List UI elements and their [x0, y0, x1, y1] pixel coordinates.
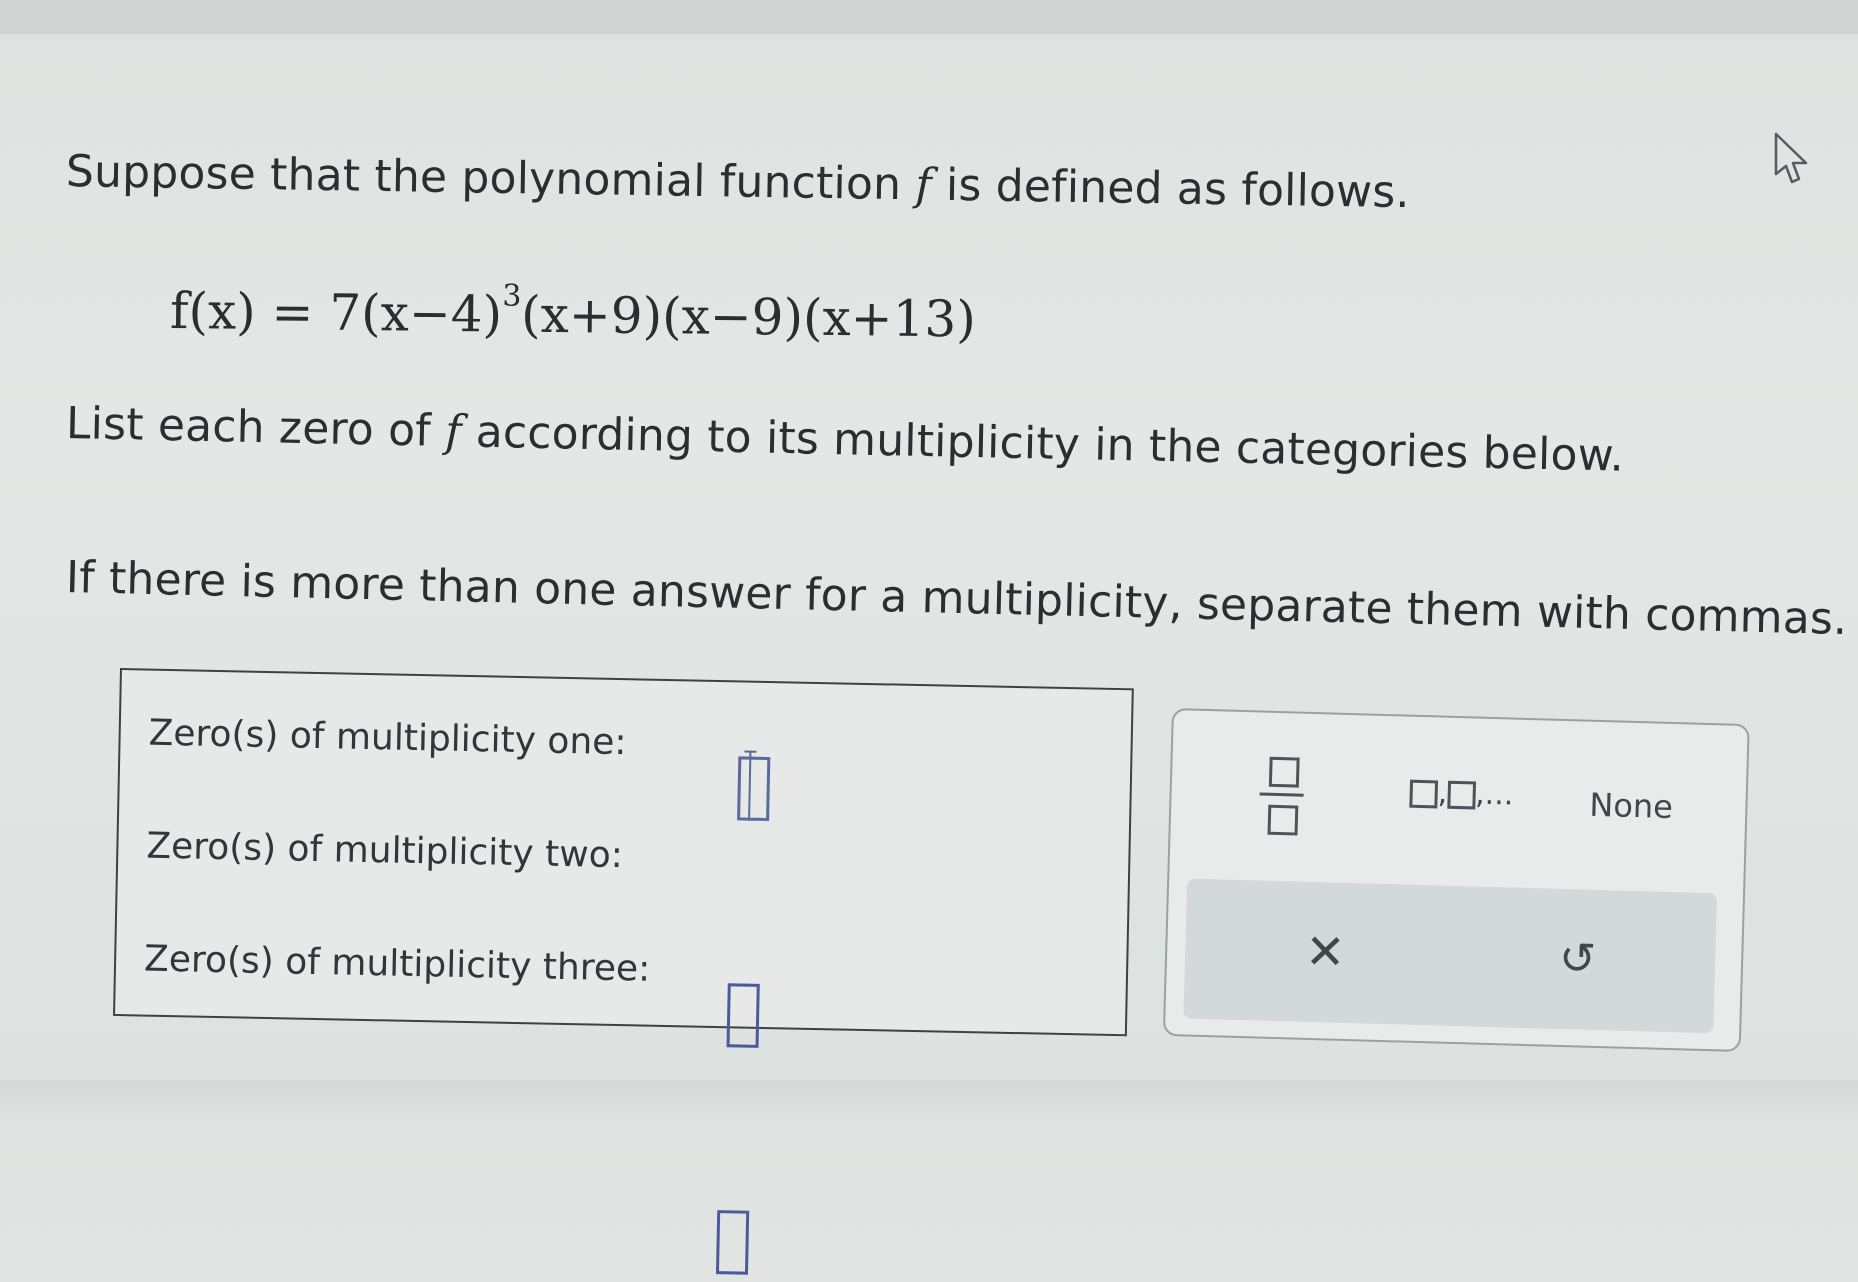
multiplicity-two-input[interactable]: [726, 983, 760, 1048]
formula-exponent: 3: [502, 278, 522, 315]
instruction-suffix: according to its multiplicity in the cat…: [461, 406, 1625, 482]
multiplicity-one-row: Zero(s) of multiplicity one:: [148, 712, 771, 822]
multiplicity-one-label: Zero(s) of multiplicity one:: [148, 712, 627, 764]
list-icon-box-1: [1409, 779, 1439, 808]
math-keypad: ,,... None ✕ ↺: [1162, 708, 1750, 1053]
fraction-icon-denominator: [1267, 804, 1299, 836]
text-caret: [737, 750, 764, 821]
top-band: [0, 0, 1858, 34]
keypad-action-row: [1183, 878, 1718, 1034]
multiplicity-three-row: Zero(s) of multiplicity three:: [143, 938, 750, 1275]
multiplicity-three-label: Zero(s) of multiplicity three:: [143, 938, 651, 990]
function-name: f: [914, 159, 933, 211]
multiplicity-two-row: Zero(s) of multiplicity two:: [146, 825, 760, 1048]
fraction-button[interactable]: [1258, 756, 1304, 837]
text-caret-bar: [748, 750, 752, 821]
list-ellipsis: ,...: [1474, 776, 1514, 813]
formula-rest: (x+9)(x−9)(x+13): [520, 285, 977, 349]
multiplicity-two-label: Zero(s) of multiplicity two:: [146, 825, 624, 877]
screen: Suppose that the polynomial function f i…: [0, 0, 1858, 1275]
undo-icon[interactable]: ↺: [1558, 933, 1596, 985]
intro-suffix: is defined as follows.: [931, 159, 1411, 219]
intro-prefix: Suppose that the polynomial function: [65, 146, 916, 211]
question-note: If there is more than one answer for a m…: [65, 552, 1858, 649]
polynomial-formula: f(x) = 7(x−4)3(x+9)(x−9)(x+13): [169, 278, 977, 349]
list-button[interactable]: ,,...: [1409, 775, 1514, 813]
question-intro: Suppose that the polynomial function f i…: [66, 146, 1410, 218]
answer-panel: Zero(s) of multiplicity one: Zero(s) of …: [113, 668, 1134, 1275]
function-name-2: f: [444, 405, 463, 458]
formula-main: f(x) = 7(x−4): [169, 282, 503, 344]
multiplicity-three-input[interactable]: [715, 1210, 750, 1275]
none-button[interactable]: None: [1589, 786, 1674, 826]
clear-icon[interactable]: ✕: [1304, 924, 1346, 981]
fraction-icon-numerator: [1268, 756, 1300, 788]
question-instruction: List each zero of f according to its mul…: [65, 398, 1624, 482]
mouse-cursor-icon: [1774, 132, 1808, 184]
list-icon-box-2: [1446, 780, 1476, 809]
instruction-prefix: List each zero of: [65, 398, 446, 457]
fraction-icon-bar: [1259, 792, 1304, 797]
